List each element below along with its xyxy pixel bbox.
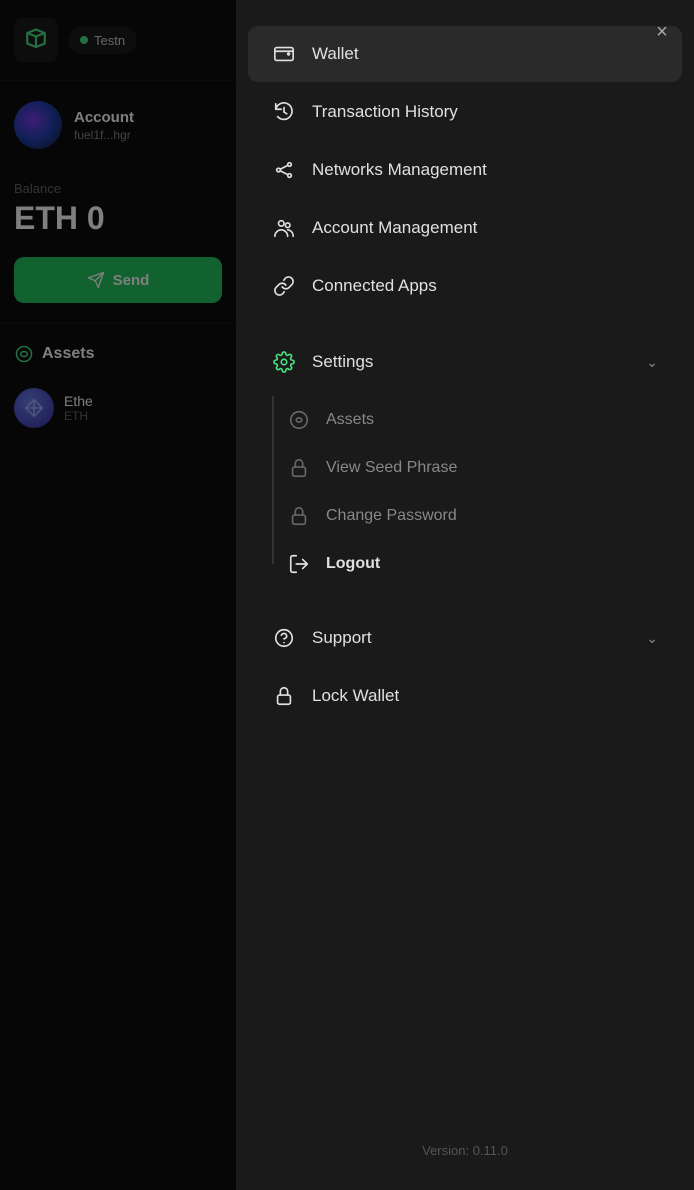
side-menu: × Wallet Tran bbox=[236, 0, 694, 1190]
version-text: Version: 0.11.0 bbox=[236, 1127, 694, 1174]
menu-transaction-label: Transaction History bbox=[312, 102, 658, 122]
menu-wallet-label: Wallet bbox=[312, 44, 658, 64]
connected-icon bbox=[272, 274, 296, 298]
sub-item-logout[interactable]: Logout bbox=[236, 540, 694, 588]
menu-lock-wallet-label: Lock Wallet bbox=[312, 686, 658, 706]
sub-logout-label: Logout bbox=[326, 555, 380, 573]
lock-icon bbox=[288, 457, 310, 479]
menu-items: Wallet Transaction History bbox=[236, 16, 694, 1127]
menu-connected-label: Connected Apps bbox=[312, 276, 658, 296]
sub-assets-label: Assets bbox=[326, 411, 374, 429]
close-button[interactable]: × bbox=[646, 16, 678, 48]
support-icon bbox=[272, 626, 296, 650]
spacer-2 bbox=[236, 592, 694, 608]
settings-icon bbox=[272, 350, 296, 374]
menu-networks-label: Networks Management bbox=[312, 160, 658, 180]
sub-seed-phrase-label: View Seed Phrase bbox=[326, 459, 457, 477]
wallet-icon bbox=[272, 42, 296, 66]
logout-icon bbox=[288, 553, 310, 575]
lock-wallet-icon bbox=[272, 684, 296, 708]
networks-icon bbox=[272, 158, 296, 182]
support-chevron-icon: ⌄ bbox=[646, 630, 658, 647]
menu-account-label: Account Management bbox=[312, 218, 658, 238]
settings-sub-items: Assets View Seed Phrase bbox=[236, 392, 694, 592]
history-icon bbox=[272, 100, 296, 124]
menu-support-label: Support bbox=[312, 628, 630, 648]
menu-item-networks-management[interactable]: Networks Management bbox=[248, 142, 682, 198]
spacer-1 bbox=[236, 316, 694, 332]
menu-item-lock-wallet[interactable]: Lock Wallet bbox=[248, 668, 682, 724]
menu-item-transaction-history[interactable]: Transaction History bbox=[248, 84, 682, 140]
account-icon bbox=[272, 216, 296, 240]
menu-item-settings[interactable]: Settings ⌄ bbox=[248, 334, 682, 390]
menu-settings-label: Settings bbox=[312, 352, 630, 372]
assets-sub-icon bbox=[288, 409, 310, 431]
sub-item-view-seed-phrase[interactable]: View Seed Phrase bbox=[236, 444, 694, 492]
menu-item-wallet[interactable]: Wallet bbox=[248, 26, 682, 82]
settings-chevron-icon: ⌄ bbox=[646, 354, 658, 371]
sub-item-assets[interactable]: Assets bbox=[236, 396, 694, 444]
sub-item-change-password[interactable]: Change Password bbox=[236, 492, 694, 540]
menu-item-connected-apps[interactable]: Connected Apps bbox=[248, 258, 682, 314]
lock-icon-2 bbox=[288, 505, 310, 527]
menu-item-account-management[interactable]: Account Management bbox=[248, 200, 682, 256]
sub-change-password-label: Change Password bbox=[326, 507, 457, 525]
menu-item-support[interactable]: Support ⌄ bbox=[248, 610, 682, 666]
